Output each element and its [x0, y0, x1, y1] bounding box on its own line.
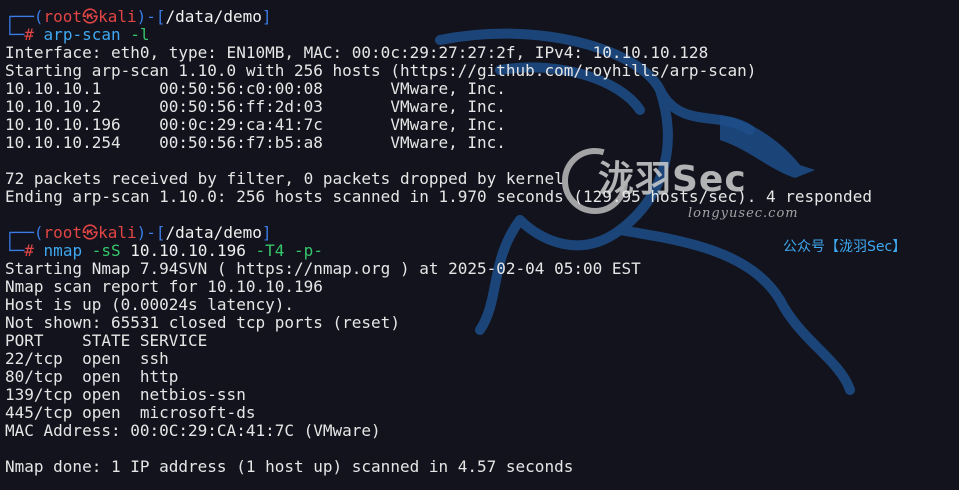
prompt-corner-bottom: └─ [5, 241, 25, 260]
prompt-hash: # [24, 241, 34, 260]
output-line: Host is up (0.00024s latency). [5, 295, 294, 314]
terminal-output[interactable]: ┌──(root㉿kali)-[/data/demo] └─# arp-scan… [5, 8, 959, 476]
arp-ip: 10.10.10.1 [5, 79, 102, 98]
prompt-line: ┌──(root㉿kali)-[/data/demo] [5, 8, 959, 26]
output-line: Ending arp-scan 1.10.0: 256 hosts scanne… [5, 187, 872, 206]
arp-mac: 00:50:56:f7:b5:a8 [159, 133, 323, 152]
arp-mac: 00:0c:29:ca:41:7c [159, 115, 323, 134]
arp-mac: 00:50:56:c0:00:08 [159, 79, 323, 98]
arp-gap [323, 115, 390, 134]
prompt-corner: ┌──( [5, 223, 44, 242]
output-line: Nmap scan report for 10.10.10.196 [5, 277, 323, 296]
arp-gap [323, 79, 390, 98]
output-line: Starting Nmap 7.94SVN ( https://nmap.org… [5, 259, 641, 278]
prompt-sep: )-[ [136, 7, 166, 26]
skull-icon: ㉿ [82, 223, 99, 242]
arp-row: 10.10.10.2 00:50:56:ff:2d:03 VMware, Inc… [5, 98, 959, 116]
arp-ip: 10.10.10.196 [5, 115, 121, 134]
arp-row: 10.10.10.254 00:50:56:f7:b5:a8 VMware, I… [5, 134, 959, 152]
command-line: └─# nmap -sS 10.10.10.196 -T4 -p- [5, 242, 959, 260]
prompt-host: kali [98, 223, 137, 242]
prompt-corner: ┌──( [5, 7, 44, 26]
port-row: 445/tcp open microsoft-ds [5, 403, 256, 422]
prompt-path: /data/demo [165, 7, 262, 26]
command-flag: -p- [294, 241, 323, 260]
output-line: Interface: eth0, type: EN10MB, MAC: 00:0… [5, 43, 709, 62]
port-row: 80/tcp open http [5, 367, 179, 386]
arp-vendor: VMware, Inc. [390, 115, 506, 134]
arp-vendor: VMware, Inc. [390, 133, 506, 152]
skull-icon: ㉿ [82, 7, 99, 26]
port-row: 22/tcp open ssh [5, 349, 169, 368]
arp-row: 10.10.10.196 00:0c:29:ca:41:7c VMware, I… [5, 116, 959, 134]
command-name: arp-scan [43, 25, 121, 44]
prompt-host: kali [98, 7, 137, 26]
prompt-user: root [43, 7, 83, 26]
arp-vendor: VMware, Inc. [390, 79, 506, 98]
arp-gap [323, 133, 390, 152]
output-line: Nmap done: 1 IP address (1 host up) scan… [5, 457, 574, 476]
port-row: 139/tcp open netbios-ssn [5, 385, 246, 404]
arp-table: 10.10.10.1 00:50:56:c0:00:08 VMware, Inc… [5, 80, 959, 152]
arp-gap [101, 79, 159, 98]
arp-ip: 10.10.10.254 [5, 133, 121, 152]
arp-mac: 00:50:56:ff:2d:03 [159, 97, 323, 116]
arp-gap [121, 133, 160, 152]
prompt-hash: # [24, 25, 34, 44]
prompt-user: root [43, 223, 83, 242]
prompt-close: ] [261, 7, 272, 26]
command-target: 10.10.10.196 [130, 241, 246, 260]
command-flag: -sS [91, 241, 121, 260]
prompt-sep: )-[ [136, 223, 166, 242]
arp-vendor: VMware, Inc. [390, 97, 506, 116]
prompt-path: /data/demo [165, 223, 262, 242]
prompt-line: ┌──(root㉿kali)-[/data/demo] [5, 224, 959, 242]
command-line: └─# arp-scan -l [5, 26, 959, 44]
command-name: nmap [43, 241, 83, 260]
arp-gap [323, 97, 390, 116]
arp-gap [101, 97, 159, 116]
output-line: 72 packets received by filter, 0 packets… [5, 169, 564, 188]
port-table-header: PORT STATE SERVICE [5, 331, 208, 350]
command-flag: -T4 [255, 241, 285, 260]
arp-gap [121, 115, 160, 134]
arp-ip: 10.10.10.2 [5, 97, 102, 116]
prompt-corner-bottom: └─ [5, 25, 25, 44]
output-line: MAC Address: 00:0C:29:CA:41:7C (VMware) [5, 421, 381, 440]
prompt-close: ] [261, 223, 272, 242]
arp-row: 10.10.10.1 00:50:56:c0:00:08 VMware, Inc… [5, 80, 959, 98]
output-line: Not shown: 65531 closed tcp ports (reset… [5, 313, 400, 332]
command-arg: -l [130, 25, 150, 44]
output-line: Starting arp-scan 1.10.0 with 256 hosts … [5, 61, 757, 80]
